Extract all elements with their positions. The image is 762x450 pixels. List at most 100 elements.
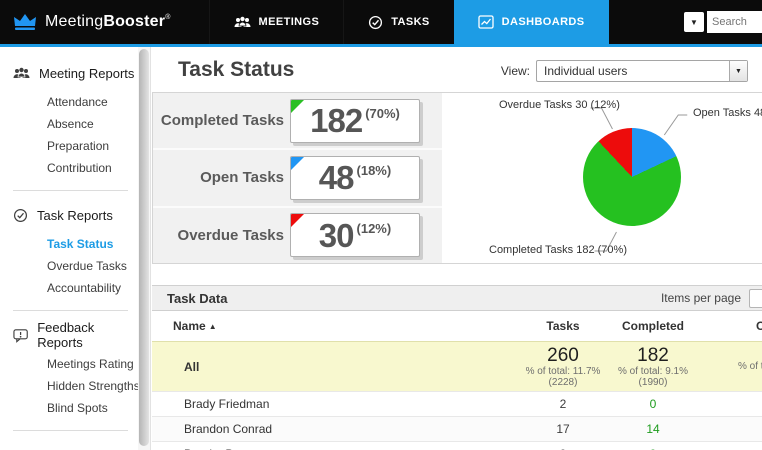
items-per-page-select[interactable] xyxy=(749,288,762,308)
row-completed: 0 xyxy=(649,397,657,411)
tab-label: TASKS xyxy=(391,16,430,28)
row-name: All xyxy=(184,359,200,374)
section-title: Meeting Reports xyxy=(39,65,135,81)
items-per-page-control: Items per page xyxy=(660,288,762,308)
column-header-tasks[interactable]: Tasks xyxy=(518,319,608,333)
stat-label: Overdue Tasks xyxy=(177,226,284,244)
green-corner-flag xyxy=(291,99,304,113)
completed-total: 182 xyxy=(637,345,669,366)
sidebar-item-accountability[interactable]: Accountability xyxy=(0,277,138,299)
row-name: Brandon Conrad xyxy=(184,422,273,436)
tab-label: MEETINGS xyxy=(258,16,320,28)
sidebar-item-preparation[interactable]: Preparation xyxy=(0,135,138,157)
table-row-all[interactable]: All 260 % of total: 11.7% (2228) 182 % o… xyxy=(152,341,762,391)
stat-row-open: Open Tasks 48 (18%) xyxy=(153,150,442,208)
stat-label: Open Tasks xyxy=(200,169,284,187)
column-header-open[interactable]: Open xyxy=(698,319,762,333)
stat-value: 182 xyxy=(310,102,363,140)
sidebar-section-feedback-reports: Feedback Reports xyxy=(0,320,138,350)
completed-summary-cell: 182 % of total: 9.1% (1990) xyxy=(608,345,698,388)
row-tasks: 17 xyxy=(556,422,570,436)
stat-row-completed: Completed Tasks 182 (70%) xyxy=(153,93,442,151)
tab-meetings[interactable]: MEETINGS xyxy=(208,0,344,44)
nav-tabs: MEETINGS TASKS DASHBOARDS xyxy=(208,0,609,44)
divider xyxy=(13,430,128,431)
column-header-completed[interactable]: Completed xyxy=(608,319,698,333)
red-corner-flag xyxy=(291,214,304,228)
blue-corner-flag xyxy=(291,156,304,170)
completed-grand-total: (1990) xyxy=(638,377,668,388)
tasks-grand-total: (2228) xyxy=(548,377,578,388)
brand-name: MeetingBooster® xyxy=(45,13,171,30)
stat-box-overdue: 30 (12%) xyxy=(290,213,420,258)
task-data-title: Task Data xyxy=(167,290,228,306)
sidebar-item-overdue-tasks[interactable]: Overdue Tasks xyxy=(0,255,138,277)
tasks-total: 260 xyxy=(547,345,579,366)
pie-label-open: Open Tasks 48 (18%) xyxy=(693,107,762,119)
section-title: Feedback Reports xyxy=(37,320,95,350)
column-header-name[interactable]: Name ▲ xyxy=(152,319,518,333)
sidebar-section-meeting-reports: Meeting Reports xyxy=(0,63,138,83)
row-tasks: 2 xyxy=(559,397,567,411)
sidebar-item-task-status[interactable]: Task Status xyxy=(0,233,138,255)
tasks-pct: % of total: 11.7% xyxy=(525,366,601,377)
pie-chart-area: Overdue Tasks 30 (12%) Open Tasks 48 (18… xyxy=(442,93,762,263)
tab-tasks[interactable]: TASKS xyxy=(343,0,453,44)
stat-box-open: 48 (18%) xyxy=(290,155,420,200)
sidebar-scrollbar[interactable] xyxy=(138,47,151,450)
tab-label: DASHBOARDS xyxy=(501,16,585,28)
open-pct: % of total: xyxy=(738,361,762,372)
summary-panel: Completed Tasks 182 (70%) Open Tasks 48 … xyxy=(152,92,762,264)
sidebar-item-hidden-strengths[interactable]: Hidden Strengths xyxy=(0,375,140,397)
section-title: Task Reports xyxy=(37,207,113,223)
check-circle-icon xyxy=(13,208,28,222)
nav-right: ▼ xyxy=(684,0,762,44)
task-data-section: Task Data Items per page Name ▲ Tasks Com… xyxy=(152,285,762,450)
view-select-value: Individual users xyxy=(544,64,628,78)
pie-chart[interactable] xyxy=(583,128,681,226)
sidebar: Meeting Reports Attendance Absence Prepa… xyxy=(0,47,140,450)
search-scope-dropdown[interactable]: ▼ xyxy=(684,12,704,32)
stat-row-overdue: Overdue Tasks 30 (12%) xyxy=(153,207,442,263)
pie-label-completed: Completed Tasks 182 (70%) xyxy=(489,244,627,256)
sidebar-item-attendance[interactable]: Attendance xyxy=(0,91,138,113)
open-summary-cell: % of total: xyxy=(698,361,762,372)
caret-down-icon: ▼ xyxy=(690,17,698,27)
sidebar-item-contribution[interactable]: Contribution xyxy=(0,157,138,179)
brand-logo[interactable]: MeetingBooster® xyxy=(0,0,191,44)
sort-asc-icon: ▲ xyxy=(208,322,217,331)
dashboards-chart-icon xyxy=(478,15,494,29)
page-title: Task Status xyxy=(178,58,295,81)
divider xyxy=(13,190,128,191)
pie-label-overdue: Overdue Tasks 30 (12%) xyxy=(499,99,620,111)
tasks-summary-cell: 260 % of total: 11.7% (2228) xyxy=(518,345,608,388)
sidebar-item-meetings-rating[interactable]: Meetings Rating xyxy=(0,353,138,375)
task-data-header: Task Data Items per page xyxy=(152,285,762,311)
meetings-people-icon xyxy=(234,16,251,27)
feedback-bubble-icon xyxy=(13,328,28,343)
stat-label: Completed Tasks xyxy=(160,112,284,130)
stat-percent: (70%) xyxy=(365,106,400,122)
table-row[interactable]: Brooke Brewer 0 0 xyxy=(152,441,762,450)
page-header: Task Status View: Individual users ▼ xyxy=(151,47,762,92)
table-row[interactable]: Brady Friedman 2 0 xyxy=(152,391,762,416)
stat-value: 48 xyxy=(318,159,355,197)
search-input[interactable] xyxy=(707,11,762,33)
sidebar-item-absence[interactable]: Absence xyxy=(0,113,138,135)
completed-pct: % of total: 9.1% xyxy=(617,366,689,377)
main-content: Task Status View: Individual users ▼ Com… xyxy=(151,47,762,450)
crown-icon xyxy=(14,14,36,30)
tab-dashboards[interactable]: DASHBOARDS xyxy=(453,0,609,44)
view-control: View: Individual users ▼ xyxy=(501,60,748,82)
tasks-check-icon xyxy=(369,15,383,29)
view-select[interactable]: Individual users ▼ xyxy=(536,60,748,82)
top-nav: MeetingBooster® MEETINGS TASKS DASHBOARD… xyxy=(0,0,762,44)
table-header-row: Name▲ Tasks Completed Open xyxy=(152,311,762,341)
items-per-page-label: Items per page xyxy=(660,291,741,305)
table-row[interactable]: Brandon Conrad 17 14 xyxy=(152,416,762,441)
scrollbar-thumb[interactable] xyxy=(139,49,149,446)
sidebar-item-blind-spots[interactable]: Blind Spots xyxy=(0,397,138,419)
meetingbooster-app: MeetingBooster® MEETINGS TASKS DASHBOARD… xyxy=(0,0,762,450)
stat-value: 30 xyxy=(318,216,355,254)
row-name: Brady Friedman xyxy=(184,397,270,411)
